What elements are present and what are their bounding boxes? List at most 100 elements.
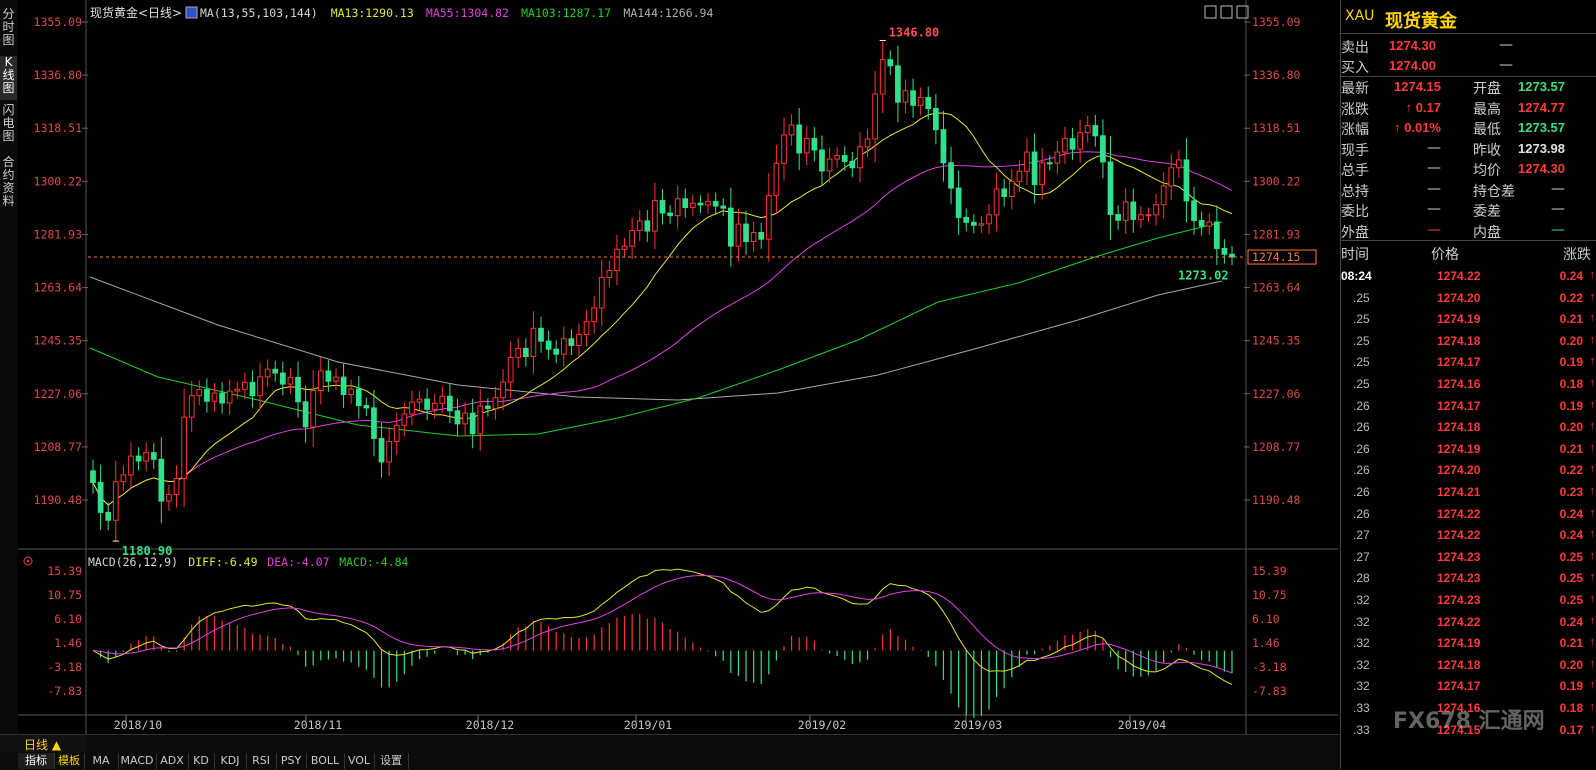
indicator-tab-11[interactable]: 设置 <box>374 753 409 769</box>
period-label: 日线 ▲ <box>24 738 62 752</box>
candle-body <box>181 416 187 479</box>
candle-body <box>226 390 233 404</box>
indicator-tab-2[interactable]: MA <box>84 753 119 769</box>
candle-body <box>690 202 696 209</box>
stat-value: 1274.15 <box>1394 79 1441 94</box>
tick-row: .32 1274.17 0.19 ↑ <box>1341 675 1596 697</box>
stat-label: 开盘 <box>1473 81 1501 97</box>
macd-tick-right: -3.18 <box>1252 660 1287 674</box>
candle-body <box>462 412 468 425</box>
candle-body <box>409 401 415 415</box>
tick-row: .26 1274.22 0.24 ↑ <box>1341 503 1596 525</box>
candle-body <box>781 134 787 164</box>
candle-body <box>105 511 112 521</box>
candle-body <box>811 137 818 151</box>
indicator-tab-0[interactable]: 指标 <box>18 753 55 769</box>
candle-body <box>264 368 271 378</box>
candle-body <box>310 389 317 428</box>
tick-time: .27 <box>1353 528 1370 543</box>
candle-body <box>697 202 704 206</box>
candle-body <box>484 405 491 409</box>
tab-time-chart[interactable]: 分时图 <box>0 8 17 52</box>
stat-label: 最高 <box>1473 101 1501 118</box>
candle-body <box>940 129 947 164</box>
candle-body <box>242 381 248 390</box>
bottom-toolbar: 日线 ▲ 指标 模板 MA MACD ADX KD KDJ RSI PSY BOLL VOL 设置 <box>0 734 1340 770</box>
indicator-tab-9[interactable]: BOLL <box>306 753 345 769</box>
kline-chart[interactable]: 现货黄金<日线> MA(13,55,103,144) MA13:1290.13 MA… <box>18 0 1338 736</box>
candle-body <box>249 381 256 397</box>
y-tick-right: 1318.51 <box>1252 121 1301 135</box>
candle-body <box>576 333 582 346</box>
macd-tick-left: 6.10 <box>54 612 82 626</box>
candle-body <box>447 395 453 412</box>
candle-body <box>371 407 377 439</box>
candle-body <box>598 277 605 309</box>
indicator-tab-4[interactable]: ADX <box>156 753 189 769</box>
tick-time: .25 <box>1353 312 1370 327</box>
candle-body <box>735 223 742 247</box>
candle-body <box>955 187 962 218</box>
indicator-tab-7[interactable]: RSI <box>246 753 277 769</box>
tick-row: .26 1274.19 0.21 ↑ <box>1341 438 1596 460</box>
candle-body <box>978 223 985 226</box>
candle-body <box>659 200 666 214</box>
candle-body <box>917 96 924 106</box>
tick-price: 1274.19 <box>1437 441 1481 456</box>
sell-volume: — <box>1499 37 1513 53</box>
candle-body <box>705 200 711 206</box>
candle-body <box>507 356 514 383</box>
indicator-tab-5[interactable]: KD <box>188 753 215 769</box>
candle-body <box>591 307 598 323</box>
tab-flash-chart[interactable]: 闪电图 <box>0 104 17 148</box>
candle-body <box>849 160 856 169</box>
candle-body <box>97 482 104 513</box>
tick-time: .26 <box>1353 420 1370 435</box>
up-arrow-icon: ↑ <box>1589 679 1596 692</box>
ma-indicator-icon[interactable] <box>185 6 198 19</box>
stat-label: 最低 <box>1473 122 1501 138</box>
buy-price: 1274.00 <box>1389 58 1436 73</box>
tick-price: 1274.22 <box>1437 506 1481 521</box>
tab-kline-chart[interactable]: K线图 <box>0 56 17 100</box>
indicator-tab-8[interactable]: PSY <box>276 753 307 769</box>
stat-label: 总持 <box>1341 183 1369 200</box>
ticks-header-price: 价格 <box>1431 247 1459 263</box>
candle-body <box>819 149 825 172</box>
sell-label: 卖出 <box>1341 40 1369 56</box>
y-tick-right: 1208.77 <box>1252 440 1301 454</box>
y-tick-left: 1263.64 <box>34 281 83 295</box>
candle-body <box>348 388 355 396</box>
tick-price: 1274.22 <box>1437 528 1481 543</box>
left-view-tabs: 分时图 K线图 闪电图 合约资料 <box>0 0 19 735</box>
candle-body <box>963 216 970 223</box>
candle-body <box>1016 170 1023 182</box>
up-arrow-icon: ↑ <box>1589 636 1596 649</box>
tick-price: 1274.20 <box>1437 290 1481 305</box>
quote-panel: XAU 现货黄金 卖出 1274.30 — 买入 1274.00 — 最新 127… <box>1340 0 1596 769</box>
macd-legend-item-0: MACD(26,12,9) <box>88 555 178 569</box>
candle-body <box>431 402 438 410</box>
candle-body <box>970 221 977 226</box>
tick-row: .32 1274.18 0.20 ↑ <box>1341 654 1596 676</box>
up-arrow-icon: ↑ <box>1589 506 1596 519</box>
candle-body <box>606 270 613 279</box>
tab-contract-info[interactable]: 合约资料 <box>0 156 17 216</box>
candle-body <box>887 59 894 67</box>
tick-row: .25 1274.20 0.22 ↑ <box>1341 287 1596 309</box>
indicator-tab-3[interactable]: MACD <box>118 753 157 769</box>
candle-body <box>765 195 772 240</box>
indicator-tab-10[interactable]: VOL <box>344 753 375 769</box>
candle-body <box>477 405 484 435</box>
period-selector[interactable]: 日线 ▲ <box>0 735 86 752</box>
tick-change: 0.24 <box>1559 269 1583 283</box>
candle-body <box>317 370 324 391</box>
tick-time: .32 <box>1353 657 1370 672</box>
indicator-tab-1[interactable]: 模板 <box>54 753 85 769</box>
sell-price: 1274.30 <box>1389 38 1436 53</box>
y-tick-left: 1318.51 <box>34 121 83 135</box>
stat-label: 涨幅 <box>1341 122 1369 138</box>
indicator-tab-6[interactable]: KDJ <box>214 753 247 769</box>
macd-tick-right: 15.39 <box>1252 564 1287 578</box>
stat-label: 现手 <box>1341 142 1369 159</box>
